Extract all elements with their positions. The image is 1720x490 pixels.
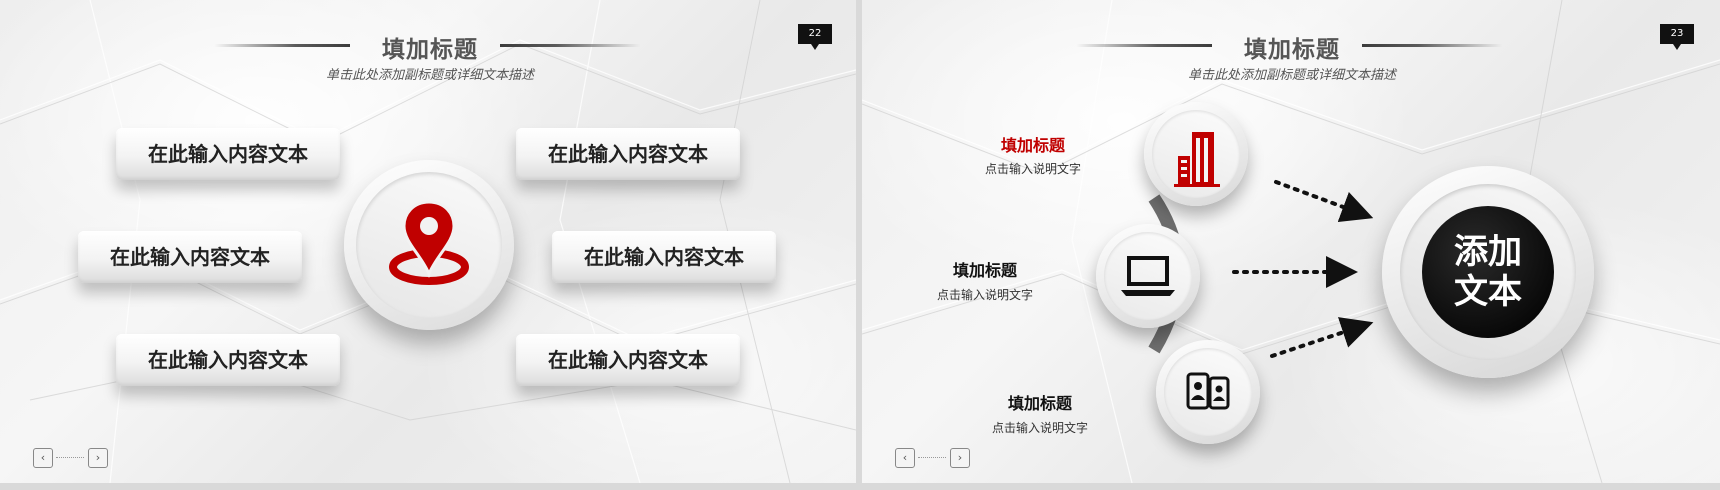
- title-rule-right: [500, 44, 640, 47]
- nav-divider: [56, 457, 84, 458]
- next-slide-button[interactable]: ›: [88, 448, 108, 468]
- core-text-disc[interactable]: 添加 文本: [1422, 206, 1554, 338]
- page-number-badge: 22: [798, 24, 832, 50]
- content-box-4[interactable]: 在此输入内容文本: [552, 231, 776, 283]
- item-1-desc: 点击输入说明文字: [984, 162, 1081, 176]
- slide-22: 填加标题 单击此处添加副标题或详细文本描述 22 在此输入内容文本 在此输入内容…: [0, 0, 856, 483]
- prev-slide-button[interactable]: ‹: [33, 448, 53, 468]
- next-slide-button[interactable]: ›: [950, 448, 970, 468]
- page-title: 填加标题: [382, 37, 478, 63]
- core-text-line-1: 添加: [1454, 232, 1522, 272]
- content-box-6[interactable]: 在此输入内容文本: [516, 334, 740, 386]
- item-3-title: 填加标题: [1007, 394, 1072, 413]
- core-ring-mid: 添加 文本: [1400, 184, 1576, 360]
- location-pin-icon: [389, 200, 469, 285]
- item-3-circle[interactable]: [1156, 340, 1260, 444]
- item-1-circle-inner: [1152, 110, 1240, 198]
- item-2-desc: 点击输入说明文字: [936, 288, 1033, 302]
- item-3-circle-inner: [1164, 348, 1252, 436]
- center-disc-inner: [356, 172, 502, 318]
- item-1-circle[interactable]: [1144, 102, 1248, 206]
- item-2-circle[interactable]: [1096, 224, 1200, 328]
- nav-divider: [918, 457, 946, 458]
- content-box-5[interactable]: 在此输入内容文本: [116, 334, 340, 386]
- core-text-line-2: 文本: [1454, 272, 1522, 312]
- laptop-icon: [1121, 256, 1175, 296]
- building-icon: [1174, 132, 1220, 187]
- content-box-2[interactable]: 在此输入内容文本: [516, 128, 740, 180]
- slide-23: 填加标题 单击此处添加副标题或详细文本描述 23 填加标题 点击输入说明文字 填…: [862, 0, 1720, 483]
- arrow-bottom: [1270, 317, 1374, 358]
- center-disc: [344, 160, 514, 330]
- mobile-contacts-icon: [1186, 372, 1230, 410]
- item-1-title: 填加标题: [1000, 136, 1065, 155]
- content-box-3[interactable]: 在此输入内容文本: [78, 231, 302, 283]
- item-2-circle-inner: [1104, 232, 1192, 320]
- arrow-top: [1274, 180, 1374, 223]
- core-ring: 添加 文本: [1382, 166, 1594, 378]
- item-3-desc: 点击输入说明文字: [991, 421, 1088, 435]
- prev-slide-button[interactable]: ‹: [895, 448, 915, 468]
- item-2-title: 填加标题: [952, 261, 1017, 280]
- content-box-1[interactable]: 在此输入内容文本: [116, 128, 340, 180]
- page-subtitle: 单击此处添加副标题或详细文本描述: [325, 68, 534, 83]
